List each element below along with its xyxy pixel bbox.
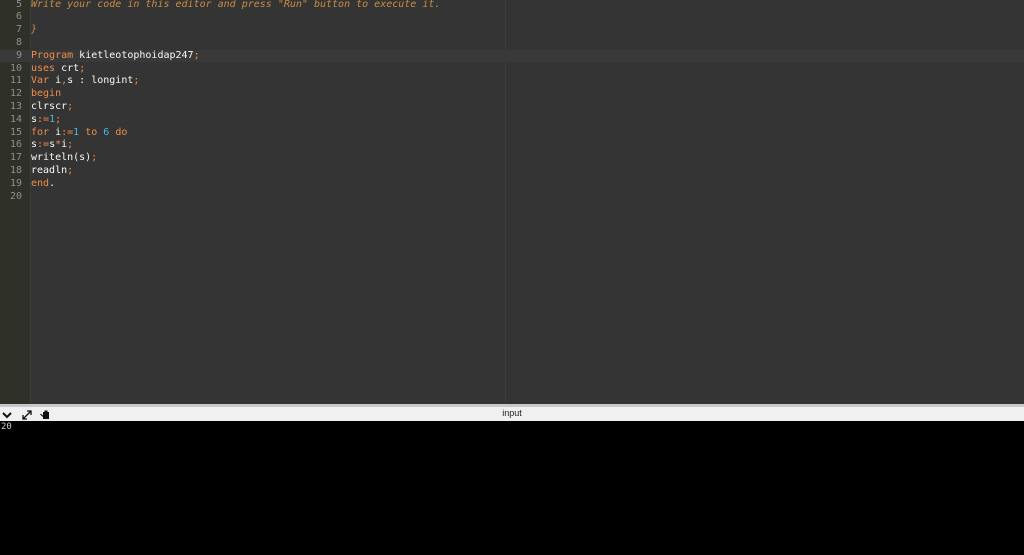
code-line[interactable]: 16 s:=s*i; (0, 139, 1024, 152)
code-token: Var (31, 75, 50, 87)
line-number: 7 (15, 24, 22, 36)
console-output: 20 (1, 422, 12, 432)
line-number: 8 (15, 36, 22, 48)
console-toolbar: input (0, 404, 1024, 421)
code-line[interactable]: 12 begin (0, 88, 1024, 101)
code-text: end. (31, 178, 55, 191)
code-token: i (49, 126, 62, 138)
code-token: do (115, 126, 128, 138)
line-number: 14 (9, 113, 22, 125)
line-number: 6 (15, 11, 22, 23)
code-text: Var i,s : longint; (31, 75, 139, 88)
code-token: ; (133, 75, 140, 87)
line-number: 5 (15, 0, 22, 10)
code-token: ; (91, 152, 98, 164)
code-token: end (31, 177, 50, 189)
code-text: s:=s*i; (31, 139, 73, 152)
code-text: for i:=1 to 6 do (31, 127, 127, 140)
code-line[interactable]: 20 (0, 191, 1024, 204)
code-token: := (61, 126, 74, 138)
code-token: Write your code in this editor and press… (31, 0, 441, 10)
code-line[interactable]: 19 end. (0, 178, 1024, 191)
code-token: begin (31, 88, 62, 100)
code-token: Program (31, 49, 74, 61)
line-number: 9 (15, 49, 22, 61)
code-token: clrscr (31, 100, 68, 112)
code-line[interactable]: 6 (0, 11, 1024, 24)
line-number: 13 (9, 100, 22, 112)
line-number: 15 (9, 126, 22, 138)
code-text: uses crt; (31, 63, 85, 76)
code-line[interactable]: 10 uses crt; (0, 63, 1024, 76)
code-line[interactable]: 15 for i:=1 to 6 do (0, 127, 1024, 140)
code-token: uses (31, 62, 56, 74)
code-editor[interactable]: 5 Write your code in this editor and pres… (0, 0, 1024, 404)
console-panel[interactable]: 20 (0, 421, 1024, 555)
code-line[interactable]: 18 readln; (0, 165, 1024, 178)
code-token: ; (79, 62, 86, 74)
code-line[interactable]: 9 Program kietleotophoidap247; (0, 49, 1024, 63)
code-text: } (31, 24, 37, 37)
code-line[interactable]: 5 Write your code in this editor and pres… (0, 0, 1024, 11)
code-token: crt (55, 62, 80, 74)
line-number: 10 (9, 62, 22, 74)
line-number: 11 (9, 75, 22, 87)
code-text: readln; (31, 165, 73, 178)
code-token: for (31, 126, 50, 138)
line-number: 18 (9, 164, 22, 176)
console-title: input (502, 408, 522, 418)
code-text: Write your code in this editor and press… (31, 0, 440, 11)
code-line[interactable]: 14 s:=1; (0, 114, 1024, 127)
line-number: 19 (9, 177, 22, 189)
line-number: 16 (9, 139, 22, 151)
code-line[interactable]: 7} (0, 24, 1024, 37)
code-token: writeln(s) (31, 152, 92, 164)
line-number: 17 (9, 152, 22, 164)
code-token: ; (67, 139, 74, 151)
code-line[interactable]: 8 (0, 37, 1024, 50)
code-token: ; (55, 113, 62, 125)
code-token: . (49, 177, 56, 189)
code-line[interactable]: 17 writeln(s); (0, 152, 1024, 165)
code-text: writeln(s); (31, 152, 97, 165)
code-text: Program kietleotophoidap247; (31, 50, 200, 63)
code-token: readln (31, 164, 68, 176)
code-line[interactable]: 11 Var i,s : longint; (0, 75, 1024, 88)
line-number: 20 (9, 190, 22, 202)
code-token: i (49, 75, 62, 87)
code-token: to (85, 126, 98, 138)
code-token: := (37, 113, 50, 125)
code-line[interactable]: 13 clrscr; (0, 101, 1024, 114)
code-token: s : longint (67, 75, 134, 87)
code-token: := (37, 139, 50, 151)
code-token: ; (67, 100, 74, 112)
code-text: s:=1; (31, 114, 61, 127)
code-token: ; (67, 164, 74, 176)
code-token: ; (193, 49, 200, 61)
line-number: 12 (9, 88, 22, 100)
code-text: clrscr; (31, 101, 73, 114)
code-text: begin (31, 88, 61, 101)
code-token: kietleotophoidap247 (73, 49, 194, 61)
code-token: } (31, 24, 38, 36)
